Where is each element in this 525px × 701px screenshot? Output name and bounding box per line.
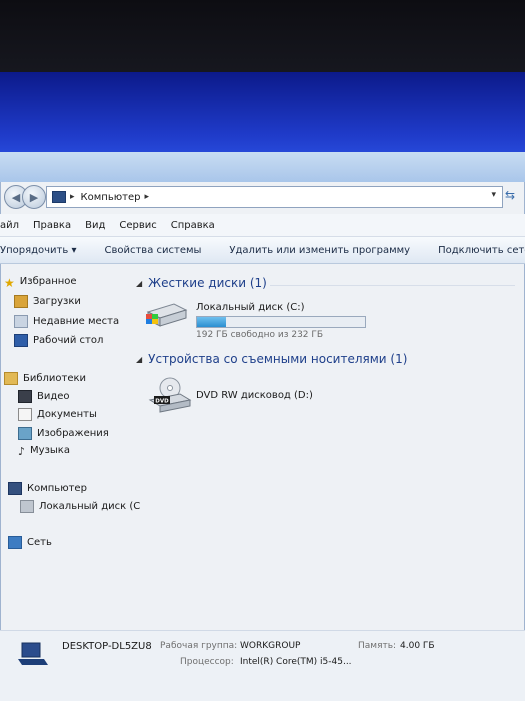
hdd-group-title: Жесткие диски (1) — [148, 276, 267, 290]
content-pane: ◢ Жесткие диски (1) Локальный диск (C:) … — [130, 264, 525, 634]
memory-label: Память: — [358, 641, 397, 651]
cpu-value: Intel(R) Core(TM) i5-45... — [240, 657, 352, 667]
dvd-badge-label: DVD — [155, 399, 169, 405]
nav-network[interactable]: Сеть — [8, 536, 52, 549]
collapse-triangle-icon[interactable]: ◢ — [136, 279, 142, 288]
hard-drive-icon — [146, 303, 188, 327]
refresh-icon[interactable]: ⇆ — [505, 188, 515, 202]
nav-downloads[interactable]: Загрузки — [14, 295, 81, 308]
documents-icon — [18, 408, 32, 421]
menu-edit[interactable]: Правка — [33, 220, 71, 231]
uninstall-program-button[interactable]: Удалить или изменить программу — [229, 245, 410, 256]
video-icon — [18, 390, 32, 403]
nav-recent[interactable]: Недавние места — [14, 315, 119, 328]
network-icon — [8, 536, 22, 549]
downloads-folder-icon — [14, 295, 28, 308]
computer-name: DESKTOP-DL5ZU8 — [62, 641, 152, 652]
libraries-icon — [4, 372, 18, 385]
collapse-triangle-icon[interactable]: ◢ — [136, 355, 142, 364]
nav-computer-label: Компьютер — [27, 483, 87, 494]
nav-video[interactable]: Видео — [18, 390, 70, 403]
organize-button[interactable]: Упорядочить ▾ — [0, 245, 76, 256]
desktop-icon — [14, 334, 28, 347]
nav-downloads-label: Загрузки — [33, 296, 81, 307]
star-icon: ★ — [4, 276, 15, 290]
nav-favorites-label: Избранное — [19, 276, 77, 287]
address-bar[interactable]: ▸ Компьютер ▸ ▾ — [46, 186, 503, 208]
nav-music-label: Музыка — [30, 445, 70, 456]
local-disk-name: Локальный диск (C:) — [196, 302, 305, 313]
map-network-drive-button[interactable]: Подключить сетев — [438, 245, 525, 256]
nav-local-disk[interactable]: Локальный диск (С — [20, 500, 140, 513]
nav-computer[interactable]: Компьютер — [8, 482, 87, 495]
dvd-drive-icon: DVD — [148, 377, 192, 413]
desktop-background — [0, 72, 525, 162]
local-disk-usage-fill — [197, 317, 226, 327]
nav-libraries[interactable]: Библиотеки — [4, 372, 86, 385]
nav-desktop-label: Рабочий стол — [33, 335, 104, 346]
removable-group-header[interactable]: ◢ Устройства со съемными носителями (1) — [136, 352, 407, 366]
computer-icon — [8, 482, 22, 495]
cpu-label: Процессор: — [180, 657, 234, 667]
menu-help[interactable]: Справка — [171, 220, 215, 231]
forward-arrow-icon: ▶ — [29, 190, 39, 204]
nav-desktop[interactable]: Рабочий стол — [14, 334, 103, 347]
menu-view[interactable]: Вид — [85, 220, 105, 231]
nav-images-label: Изображения — [37, 428, 109, 439]
computer-large-icon — [18, 642, 48, 665]
menu-bar: айл Правка Вид Сервис Справка — [0, 214, 525, 237]
removable-group-title: Устройства со съемными носителями (1) — [148, 352, 408, 366]
breadcrumb-separator-icon[interactable]: ▸ — [144, 192, 149, 202]
nav-local-disk-label: Локальный диск (С — [39, 501, 141, 512]
breadcrumb-separator-icon: ▸ — [70, 192, 75, 202]
hdd-group-header[interactable]: ◢ Жесткие диски (1) — [136, 276, 267, 290]
nav-images[interactable]: Изображения — [18, 427, 109, 440]
nav-video-label: Видео — [37, 391, 70, 402]
memory-value: 4.00 ГБ — [400, 641, 435, 651]
nav-music[interactable]: ♪ Музыка — [18, 445, 70, 458]
menu-file[interactable]: айл — [0, 220, 19, 231]
nav-libraries-label: Библиотеки — [23, 373, 87, 384]
music-icon: ♪ — [18, 445, 26, 458]
details-pane: DESKTOP-DL5ZU8 Рабочая группа: WORKGROUP… — [0, 630, 525, 701]
forward-button[interactable]: ▶ — [22, 185, 46, 209]
system-properties-button[interactable]: Свойства системы — [104, 245, 201, 256]
nav-network-label: Сеть — [27, 537, 52, 548]
local-disk-free-space: 192 ГБ свободно из 232 ГБ — [196, 330, 324, 340]
local-disk-usage-bar — [196, 316, 366, 328]
disk-icon — [20, 500, 34, 513]
chevron-down-icon[interactable]: ▾ — [491, 190, 496, 200]
back-arrow-icon: ◀ — [11, 190, 21, 204]
nav-recent-label: Недавние места — [33, 316, 120, 327]
breadcrumb-computer[interactable]: Компьютер — [81, 192, 141, 203]
dvd-drive-name: DVD RW дисковод (D:) — [196, 390, 313, 401]
workgroup-label: Рабочая группа: — [160, 641, 238, 651]
nav-favorites[interactable]: ★ Избранное — [4, 276, 77, 290]
group-divider — [270, 285, 515, 286]
workgroup-value: WORKGROUP — [240, 641, 301, 651]
command-bar: Упорядочить ▾ Свойства системы Удалить и… — [0, 237, 525, 264]
menu-tools[interactable]: Сервис — [119, 220, 156, 231]
nav-documents-label: Документы — [37, 409, 97, 420]
explorer-window: ◀ ▶ ▸ Компьютер ▸ ▾ ⇆ айл Правка Вид Сер… — [0, 152, 525, 701]
recent-places-icon — [14, 315, 28, 328]
computer-icon — [52, 191, 66, 203]
nav-documents[interactable]: Документы — [18, 408, 97, 421]
navigation-pane: ★ Избранное Загрузки Недавние места Рабо… — [0, 264, 140, 634]
images-icon — [18, 427, 32, 440]
title-bar — [0, 152, 525, 182]
monitor-bezel — [0, 0, 525, 78]
